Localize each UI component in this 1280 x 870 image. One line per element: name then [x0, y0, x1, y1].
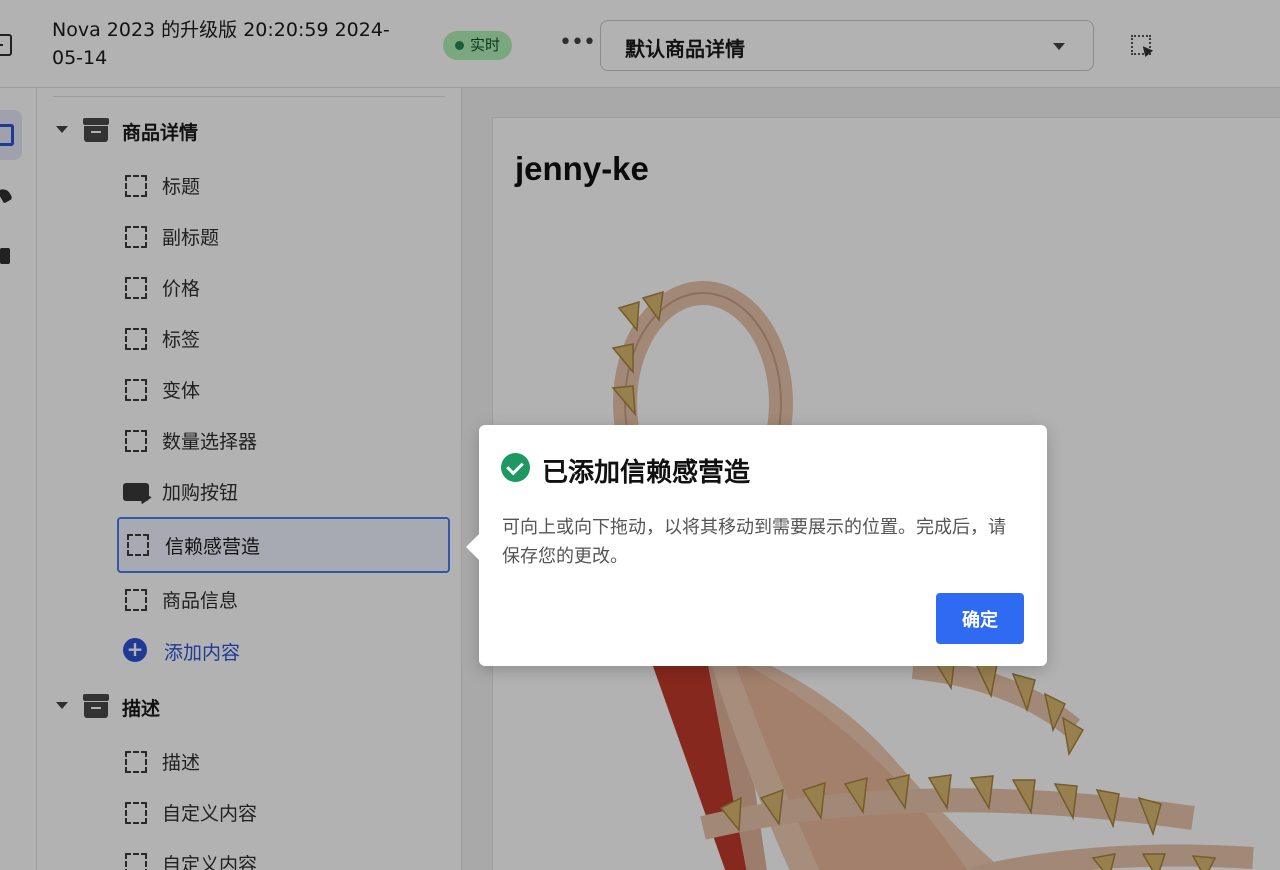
- check-circle-icon: [501, 453, 530, 482]
- block-added-popover: 已添加信赖感营造 可向上或向下拖动，以将其移动到需要展示的位置。完成后，请保存您…: [466, 425, 1047, 666]
- popover-body: 可向上或向下拖动，以将其移动到需要展示的位置。完成后，请保存您的更改。: [502, 517, 1006, 567]
- confirm-button[interactable]: 确定: [936, 593, 1024, 644]
- popover-title: 已添加信赖感营造: [542, 458, 751, 488]
